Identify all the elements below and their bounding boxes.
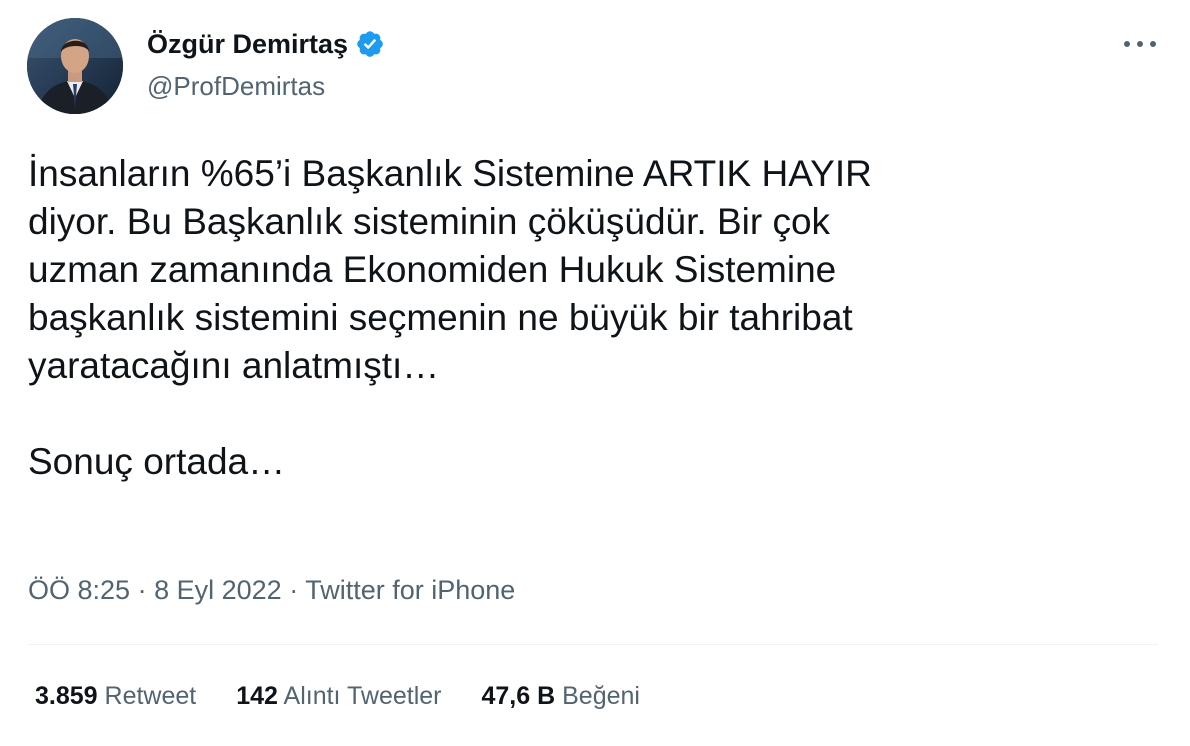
retweets-stat[interactable]: 3.859 Retweet bbox=[35, 680, 196, 712]
tweet-text: İnsanların %65’i Başkanlık Sistemine ART… bbox=[28, 150, 1148, 486]
tweet-time[interactable]: ÖÖ 8:25 bbox=[28, 575, 130, 605]
meta-separator: · bbox=[289, 575, 299, 605]
more-options-button[interactable] bbox=[1118, 28, 1162, 60]
tweet-metadata: ÖÖ 8:25 · 8 Eyl 2022 · Twitter for iPhon… bbox=[28, 573, 515, 607]
avatar[interactable] bbox=[27, 18, 123, 114]
quote-tweets-label: Alıntı Tweetler bbox=[283, 682, 442, 710]
verified-badge-icon bbox=[355, 29, 385, 59]
quote-tweets-count: 142 bbox=[236, 682, 278, 710]
tweet-card: Özgür Demirtaş @ProfDemirtas İnsanların … bbox=[0, 0, 1190, 746]
tweet-date[interactable]: 8 Eyl 2022 bbox=[154, 575, 282, 605]
author-handle[interactable]: @ProfDemirtas bbox=[147, 71, 325, 101]
quote-tweets-stat[interactable]: 142 Alıntı Tweetler bbox=[236, 680, 441, 712]
tweet-paragraph: Sonuç ortada… bbox=[28, 441, 286, 482]
meta-separator: · bbox=[137, 575, 147, 605]
likes-label: Beğeni bbox=[562, 682, 640, 710]
engagement-stats: 3.859 Retweet 142 Alıntı Tweetler 47,6 B… bbox=[35, 680, 680, 712]
author-display-name[interactable]: Özgür Demirtaş bbox=[147, 28, 348, 60]
retweets-label: Retweet bbox=[104, 682, 197, 710]
author-name-row[interactable]: Özgür Demirtaş bbox=[147, 28, 385, 60]
likes-stat[interactable]: 47,6 B Beğeni bbox=[481, 680, 639, 712]
divider bbox=[28, 644, 1158, 645]
more-horizontal-icon bbox=[1124, 41, 1156, 47]
likes-count: 47,6 B bbox=[481, 682, 556, 710]
retweets-count: 3.859 bbox=[35, 682, 98, 710]
tweet-paragraph: İnsanların %65’i Başkanlık Sistemine ART… bbox=[28, 153, 872, 386]
avatar-image bbox=[27, 18, 123, 114]
tweet-source[interactable]: Twitter for iPhone bbox=[305, 575, 515, 605]
